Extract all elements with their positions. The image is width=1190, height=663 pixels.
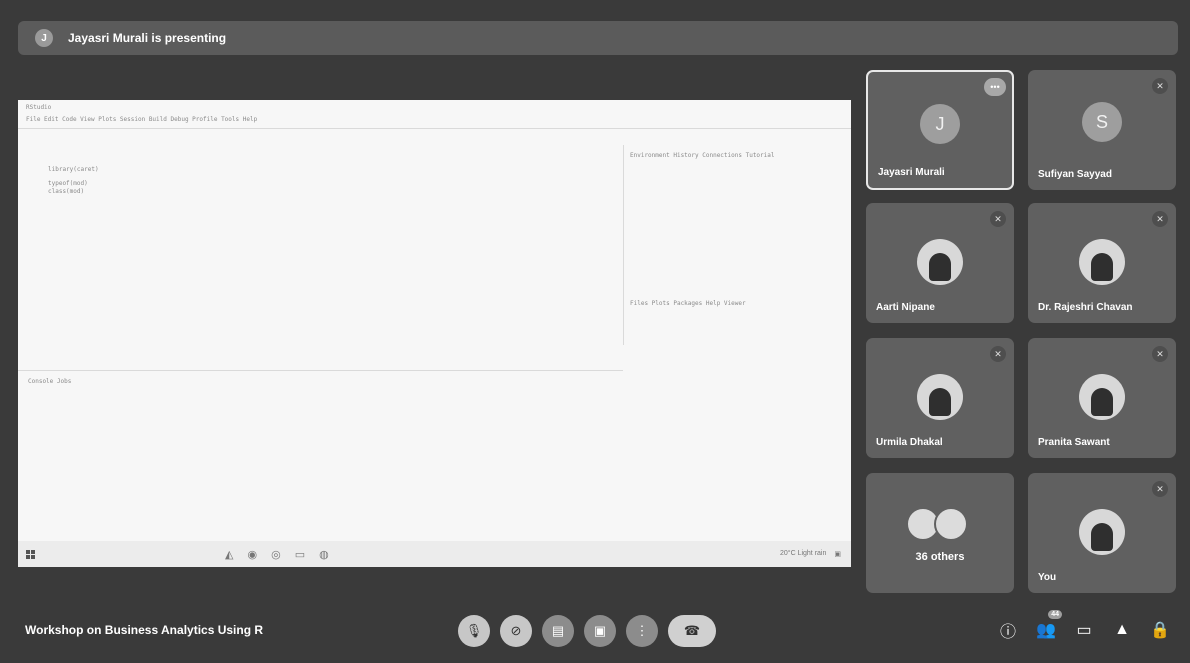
mic-muted-icon: ✕ [990,211,1006,227]
others-count: 36 others [915,551,965,563]
participant-name: You [1038,572,1057,583]
weather-text: 20°C Light rain [779,550,827,557]
bottom-bar: Workshop on Business Analytics Using R 🎙… [0,600,1190,663]
console-tabs: Console Jobs [28,378,72,385]
participant-name: Jayasri Murali [878,167,945,178]
activities-icon[interactable]: ▲ [1112,620,1132,640]
code-line: typeof(mod) [48,180,88,187]
side-panel-controls: ⓘ 👥 44 ▭ ▲ 🔒 [998,610,1170,641]
avatar [917,374,963,420]
avatar [917,239,963,285]
participant-tile[interactable]: ✕ Dr. Rajeshri Chavan [1028,203,1176,323]
mic-muted-icon: ✕ [1152,211,1168,227]
presenter-avatar: J [35,29,53,47]
mic-muted-icon: ✕ [990,346,1006,362]
windows-taskbar: ◭ ◉ ◎ ▭ ◍ 20°C Light rain ▣ [18,541,851,567]
avatar [1079,509,1125,555]
others-avatars [906,507,968,541]
participant-tile[interactable]: ✕ Urmila Dhakal [866,338,1014,458]
present-icon[interactable]: ▣ [584,615,616,647]
mic-muted-icon: ✕ [1152,346,1168,362]
captions-icon[interactable]: ▤ [542,615,574,647]
participant-tile[interactable]: ••• J Jayasri Murali [866,70,1014,190]
mic-muted-icon: ✕ [1152,481,1168,497]
people-count-badge: 44 [1048,610,1062,619]
avatar: J [920,104,960,144]
self-tile[interactable]: ✕ You [1028,473,1176,593]
presenting-banner: J Jayasri Murali is presenting [18,21,1178,55]
people-icon[interactable]: 👥 44 [1036,610,1062,640]
files-pane-tabs: Files Plots Packages Help Viewer [630,300,746,307]
participant-name: Pranita Sawant [1038,437,1110,448]
participant-tile[interactable]: ✕ Aarti Nipane [866,203,1014,323]
taskbar-app-icon[interactable]: ◎ [271,548,281,561]
camera-off-icon[interactable]: ⊘ [500,615,532,647]
participant-tile[interactable]: ✕ Pranita Sawant [1028,338,1176,458]
end-call-icon[interactable]: ☎ [668,615,716,647]
divider [18,128,851,129]
participant-name: Dr. Rajeshri Chavan [1038,302,1133,313]
taskbar-app-icon[interactable]: ◭ [225,548,233,561]
system-tray: 20°C Light rain ▣ [780,550,841,558]
shared-screen: RStudio File Edit Code View Plots Sessio… [18,100,851,567]
host-controls-icon[interactable]: 🔒 [1150,620,1170,640]
participant-name: Sufiyan Sayyad [1038,169,1112,180]
pane-divider [623,145,624,345]
avatar [1079,374,1125,420]
info-icon[interactable]: ⓘ [998,620,1018,641]
taskbar-app-icon[interactable]: ◍ [319,548,329,561]
participant-tile[interactable]: ✕ S Sufiyan Sayyad [1028,70,1176,190]
call-controls: 🎙 ⊘ ▤ ▣ ⋮ ☎ [458,615,716,647]
presenting-text: Jayasri Murali is presenting [68,31,227,45]
taskbar-app-icon[interactable]: ◉ [247,548,257,561]
meeting-title: Workshop on Business Analytics Using R [25,623,264,637]
rstudio-titlebar: RStudio [26,104,52,111]
windows-start-icon[interactable] [26,549,35,559]
notification-icon[interactable]: ▣ [834,550,841,558]
mic-muted-icon: ✕ [1152,78,1168,94]
more-options-icon[interactable]: ••• [984,78,1006,96]
participant-name: Urmila Dhakal [876,437,943,448]
others-tile[interactable]: 36 others [866,473,1014,593]
more-options-icon[interactable]: ⋮ [626,615,658,647]
mic-off-icon[interactable]: 🎙 [458,615,490,647]
pane-divider [18,370,623,371]
avatar: S [1082,102,1122,142]
code-line: library(caret) [48,166,99,173]
env-pane-tabs: Environment History Connections Tutorial [630,152,775,159]
participant-name: Aarti Nipane [876,302,935,313]
taskbar-app-icon[interactable]: ▭ [295,548,305,561]
rstudio-menubar: File Edit Code View Plots Session Build … [26,116,258,123]
avatar [1079,239,1125,285]
code-line: class(mod) [48,188,85,195]
chat-icon[interactable]: ▭ [1074,620,1094,640]
